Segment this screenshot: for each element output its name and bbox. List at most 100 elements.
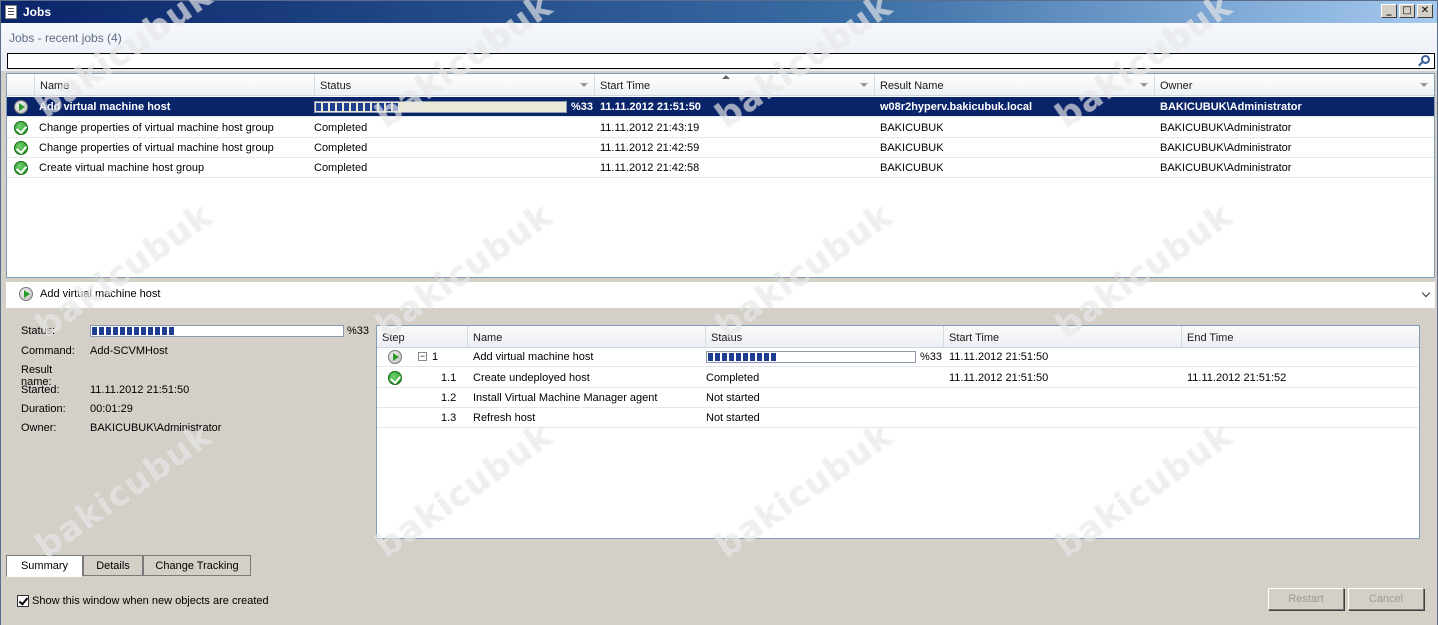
command-value: Add-SCVMHost <box>90 345 168 357</box>
jobs-table: Name Status Start Time Result Name Owner… <box>6 73 1435 278</box>
jobs-window: Jobs _ □ ✕ Jobs - recent jobs (4) Name S… <box>0 0 1438 625</box>
job-owner: BAKICUBUK\Administrator <box>1160 162 1292 174</box>
step-status: Completed <box>706 372 760 384</box>
column-header-status[interactable]: Status <box>315 74 595 96</box>
step-row[interactable]: − 1 Add virtual machine host %33 11.11.2… <box>377 347 1419 367</box>
search-input[interactable] <box>7 53 1435 69</box>
running-icon <box>388 350 402 364</box>
column-header-step[interactable]: Step <box>377 326 468 348</box>
job-name: Add virtual machine host <box>39 101 171 113</box>
column-header-label: Name <box>473 332 503 344</box>
status-progress-label: %33 <box>347 325 370 337</box>
step-start-time: 11.11.2012 21:51:50 <box>949 351 1049 363</box>
column-header-start-time[interactable]: Start Time <box>944 326 1182 348</box>
column-header-name[interactable]: Name <box>35 74 315 96</box>
footer-bar: Show this window when new objects are cr… <box>1 577 1437 625</box>
minimize-button[interactable]: _ <box>1381 4 1397 18</box>
cancel-button[interactable]: Cancel <box>1348 588 1424 610</box>
dropdown-caret-icon[interactable] <box>1420 83 1428 87</box>
column-header-label: Name <box>40 80 70 92</box>
close-button[interactable]: ✕ <box>1417 4 1433 18</box>
owner-label: Owner: <box>21 422 57 434</box>
step-number: 1.3 <box>441 412 457 424</box>
status-label: Status: <box>21 325 56 337</box>
step-status: Not started <box>706 392 760 404</box>
step-number: 1.1 <box>441 372 457 384</box>
job-status: Completed <box>314 142 368 154</box>
owner-value: BAKICUBUK\Administrator <box>90 422 222 434</box>
table-row[interactable]: Create virtual machine host group Comple… <box>7 158 1434 178</box>
job-detail-title: Add virtual machine host <box>40 288 161 300</box>
status-progress-bar <box>90 325 344 337</box>
running-icon <box>14 100 28 114</box>
title-bar[interactable]: Jobs _ □ ✕ <box>1 1 1437 23</box>
step-status: Not started <box>706 412 760 424</box>
job-owner: BAKICUBUK\Administrator <box>1160 142 1292 154</box>
step-start-time: 11.11.2012 21:51:50 <box>949 372 1049 384</box>
completed-icon <box>14 161 28 175</box>
column-header-start-time[interactable]: Start Time <box>595 74 875 96</box>
column-header-label: Owner <box>1160 80 1193 92</box>
column-header-label: Status <box>320 80 352 92</box>
step-number: 1 <box>432 351 439 363</box>
tab-details[interactable]: Details <box>83 555 143 576</box>
jobs-subtitle: Jobs - recent jobs (4) <box>9 31 122 45</box>
column-header-label: Step <box>382 332 405 344</box>
job-result-name: w08r2hyperv.bakicubuk.local <box>880 101 1033 113</box>
sort-ascending-icon <box>722 75 730 79</box>
job-start-time: 11.11.2012 21:51:50 <box>600 101 701 113</box>
table-row[interactable]: Change properties of virtual machine hos… <box>7 138 1434 158</box>
step-row[interactable]: 1.1 Create undeployed host Completed 11.… <box>377 368 1419 388</box>
jobs-table-header: Name Status Start Time Result Name Owner <box>7 74 1434 96</box>
job-progress-bar <box>314 101 567 113</box>
steps-table-header: Step Name Status Start Time End Time <box>377 326 1419 348</box>
column-header-label: End Time <box>1187 332 1234 344</box>
job-name: Change properties of virtual machine hos… <box>39 122 274 134</box>
collapse-icon[interactable]: − <box>418 352 427 361</box>
progress-fill <box>316 103 399 111</box>
restart-button[interactable]: Restart <box>1268 588 1344 610</box>
job-result-name: BAKICUBUK <box>880 142 944 154</box>
chevron-down-icon[interactable] <box>1421 288 1431 298</box>
step-row[interactable]: 1.2 Install Virtual Machine Manager agen… <box>377 388 1419 408</box>
step-row[interactable]: 1.3 Refresh host Not started <box>377 408 1419 428</box>
dropdown-caret-icon[interactable] <box>580 83 588 87</box>
window-controls: _ □ ✕ <box>1381 4 1433 18</box>
status-property: Status: %33 <box>21 325 371 339</box>
column-header-label: Start Time <box>949 332 1000 344</box>
column-header-owner[interactable]: Owner <box>1155 74 1434 96</box>
column-header-end-time[interactable]: End Time <box>1182 326 1419 348</box>
job-owner: BAKICUBUK\Administrator <box>1160 101 1302 113</box>
table-row[interactable]: Change properties of virtual machine hos… <box>7 118 1434 138</box>
dropdown-caret-icon[interactable] <box>1140 83 1148 87</box>
column-header-name[interactable]: Name <box>468 326 706 348</box>
job-start-time: 11.11.2012 21:43:19 <box>600 122 700 134</box>
step-name: Create undeployed host <box>473 372 590 384</box>
step-progress-label: %33 <box>920 351 943 363</box>
dropdown-caret-icon[interactable] <box>860 83 868 87</box>
search-icon[interactable] <box>1421 55 1430 64</box>
job-name: Create virtual machine host group <box>39 162 205 174</box>
jobs-header: Jobs - recent jobs (4) <box>1 23 1437 71</box>
step-name: Refresh host <box>473 412 536 424</box>
job-status: Completed <box>314 162 368 174</box>
summary-pane: Status: %33 Command: Add-SCVMHost Result… <box>6 312 1435 552</box>
maximize-button[interactable]: □ <box>1399 4 1415 18</box>
tab-change-tracking[interactable]: Change Tracking <box>143 555 251 576</box>
step-number: 1.2 <box>441 392 457 404</box>
column-header-icon[interactable] <box>7 74 35 96</box>
step-end-time: 11.11.2012 21:51:52 <box>1187 372 1287 384</box>
tab-summary[interactable]: Summary <box>6 555 83 577</box>
job-detail-header[interactable]: Add virtual machine host <box>6 282 1435 308</box>
show-window-checkbox[interactable] <box>17 595 29 607</box>
table-row[interactable]: Add virtual machine host %33 11.11.2012 … <box>7 97 1434 117</box>
show-window-checkbox-label: Show this window when new objects are cr… <box>32 595 269 607</box>
column-header-label: Start Time <box>600 80 651 92</box>
column-header-result-name[interactable]: Result Name <box>875 74 1155 96</box>
completed-icon <box>14 141 28 155</box>
completed-icon <box>388 371 402 385</box>
column-header-status[interactable]: Status <box>706 326 944 348</box>
completed-icon <box>14 121 28 135</box>
steps-table: Step Name Status Start Time End Time − 1… <box>376 325 1420 539</box>
step-progress-bar <box>706 351 916 363</box>
